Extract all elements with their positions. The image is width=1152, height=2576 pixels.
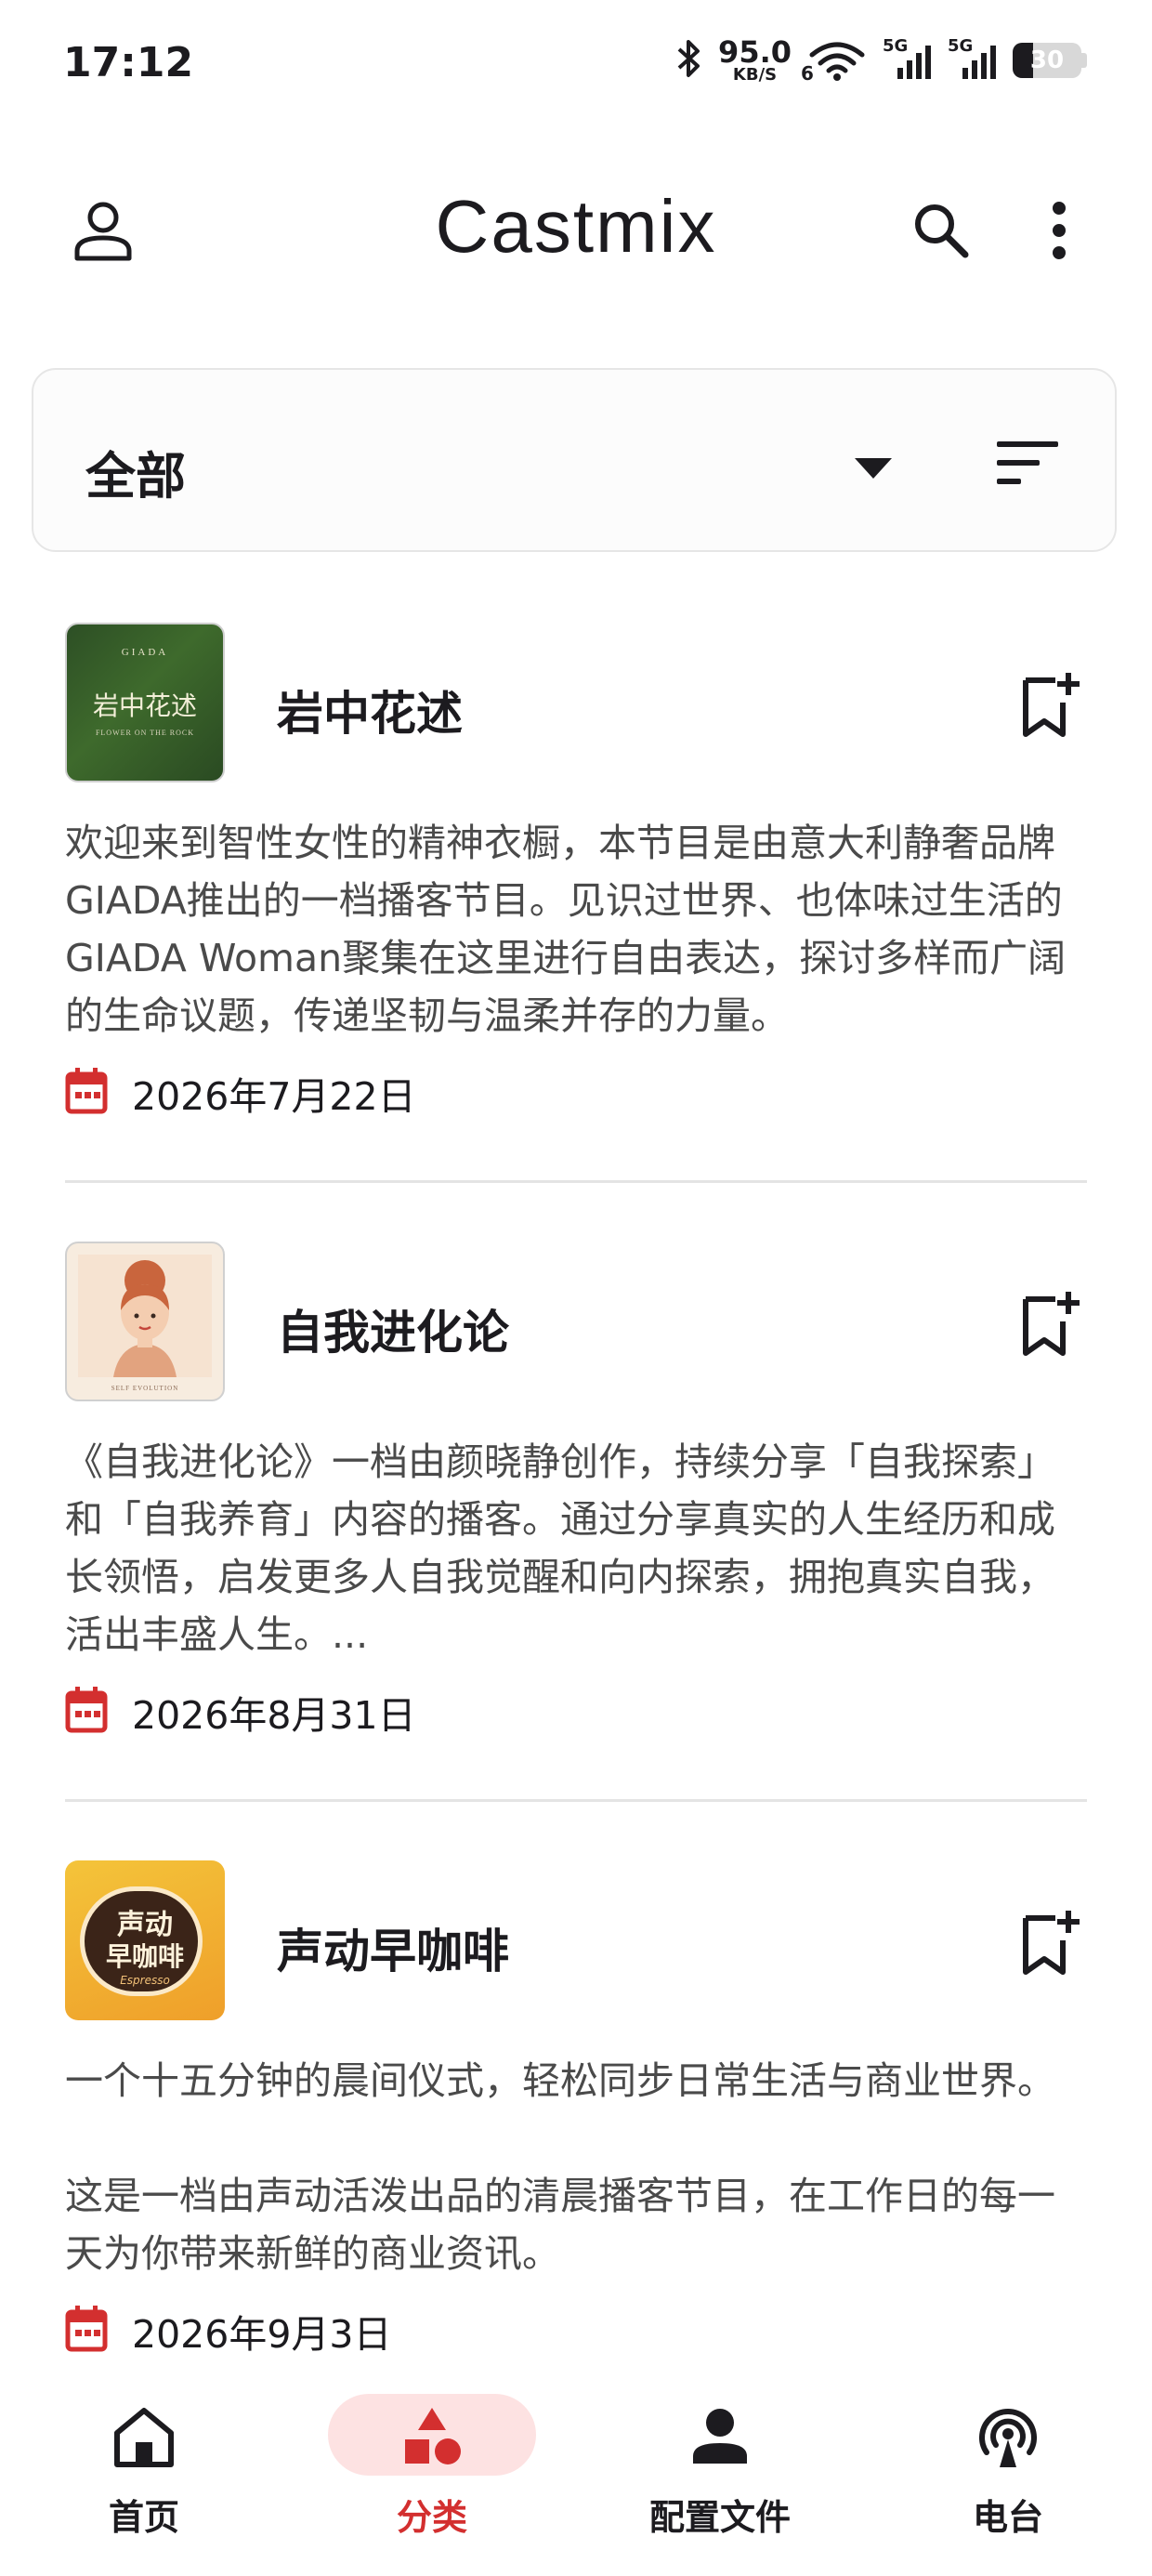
nav-item-radio[interactable]: 电台: [864, 2379, 1152, 2576]
calendar-icon: [65, 1068, 108, 1118]
top-app-bar: Castmix: [0, 158, 1152, 307]
battery-tip: [1081, 53, 1087, 68]
signal-icon-2: 5G: [948, 36, 998, 81]
podcast-date: 2026年7月22日: [132, 1074, 416, 1119]
cover-subtitle: Espresso: [120, 1974, 170, 1987]
status-time: 17:12: [63, 39, 194, 86]
nav-label-profile: 配置文件: [648, 2497, 791, 2538]
battery-level: 30: [1029, 46, 1065, 74]
podcast-date-row: 2026年8月31日: [65, 1684, 416, 1740]
sort-icon: [997, 441, 1058, 488]
cover-title-line-2: 早咖啡: [105, 1941, 184, 1972]
person-icon: [683, 2399, 757, 2474]
podcast-description: 一个十五分钟的晨间仪式，轻松同步日常生活与商业世界。 这是一档由声动活泼出品的清…: [65, 2058, 1055, 2276]
calendar-icon: [65, 1687, 108, 1737]
podcast-title[interactable]: 声动早咖啡: [277, 1914, 509, 1981]
dropdown-arrow-icon[interactable]: [855, 458, 892, 482]
bookmark-add-icon: [1020, 671, 1080, 742]
podcast-card[interactable]: 声动 早咖啡 Espresso 声动早咖啡 一个十五分钟的晨间仪式，轻松同步日常…: [65, 1860, 1087, 2381]
nav-item-profile[interactable]: 配置文件: [576, 2379, 864, 2576]
nav-item-category[interactable]: 分类: [288, 2379, 576, 2576]
category-dropdown[interactable]: 全部: [85, 435, 186, 508]
podcast-date-row: 2026年9月3日: [65, 2303, 392, 2359]
status-icons: 95.0 KB/S 6 5G 5G 30: [675, 36, 1087, 85]
battery-icon: 30: [1013, 43, 1087, 78]
wifi-sub: 6: [801, 62, 814, 85]
divider: [65, 1180, 1087, 1183]
category-icon: [395, 2399, 469, 2474]
divider: [65, 1799, 1087, 1802]
subscribe-button[interactable]: [1013, 1288, 1087, 1362]
category-filter-card: 全部: [32, 368, 1117, 552]
bookmark-add-icon: [1020, 1909, 1080, 1979]
bookmark-add-icon: [1020, 1290, 1080, 1360]
podcast-description: 欢迎来到智性女性的精神衣橱，本节目是由意大利静奢品牌GIADA推出的一档播客节目…: [65, 821, 1067, 1038]
podcast-description: 《自我进化论》一档由颜晓静创作，持续分享「自我探索」和「自我养育」内容的播客。通…: [65, 1439, 1055, 1657]
podcast-card[interactable]: GIADA 岩中花述 FLOWER ON THE ROCK 岩中花述 欢迎来到智…: [65, 623, 1087, 1180]
search-button[interactable]: [890, 181, 992, 283]
status-bar: 17:12 95.0 KB/S 6 5G 5G 30: [0, 0, 1152, 139]
more-vert-icon: [1050, 201, 1068, 264]
cover-subtitle: FLOWER ON THE ROCK: [95, 729, 195, 737]
podcast-cover[interactable]: SELF EVOLUTION: [65, 1242, 225, 1401]
cover-brand: GIADA: [121, 647, 169, 658]
nav-label-category: 分类: [396, 2497, 467, 2538]
subscribe-button[interactable]: [1013, 1907, 1087, 1981]
podcast-title[interactable]: 自我进化论: [277, 1295, 509, 1362]
bluetooth-icon: [675, 38, 703, 83]
wifi-icon: 6: [801, 40, 868, 85]
sort-button[interactable]: [990, 427, 1065, 502]
net-speed: 95.0 KB/S: [718, 37, 792, 84]
net-speed-unit: KB/S: [732, 65, 778, 85]
podcast-date: 2026年9月3日: [132, 2312, 392, 2357]
signal-icon-1: 5G: [883, 36, 933, 81]
cover-title: 岩中花述: [92, 690, 197, 721]
podcast-card[interactable]: SELF EVOLUTION 自我进化论 《自我进化论》一档由颜晓静创作，持续分…: [65, 1242, 1087, 1799]
net-speed-value: 95.0: [718, 34, 792, 70]
podcast-title[interactable]: 岩中花述: [277, 677, 463, 743]
radio-icon: [971, 2399, 1045, 2474]
search-icon: [910, 199, 973, 266]
bottom-navigation: 首页 分类 配置文件 电台: [0, 2379, 1152, 2576]
nav-label-radio: 电台: [972, 2497, 1043, 2538]
podcast-date: 2026年8月31日: [132, 1693, 416, 1738]
nav-item-home[interactable]: 首页: [0, 2379, 288, 2576]
nav-label-home: 首页: [108, 2497, 179, 2538]
cover-illustration: [78, 1255, 212, 1377]
more-options-button[interactable]: [1022, 181, 1096, 283]
calendar-icon: [65, 2306, 108, 2356]
battery-body: 30: [1013, 43, 1081, 78]
podcast-date-row: 2026年7月22日: [65, 1065, 416, 1121]
subscribe-button[interactable]: [1013, 669, 1087, 743]
podcast-cover[interactable]: GIADA 岩中花述 FLOWER ON THE ROCK: [65, 623, 225, 782]
home-icon: [107, 2399, 181, 2474]
cover-subtitle: SELF EVOLUTION: [111, 1385, 179, 1392]
podcast-cover[interactable]: 声动 早咖啡 Espresso: [65, 1860, 225, 2020]
